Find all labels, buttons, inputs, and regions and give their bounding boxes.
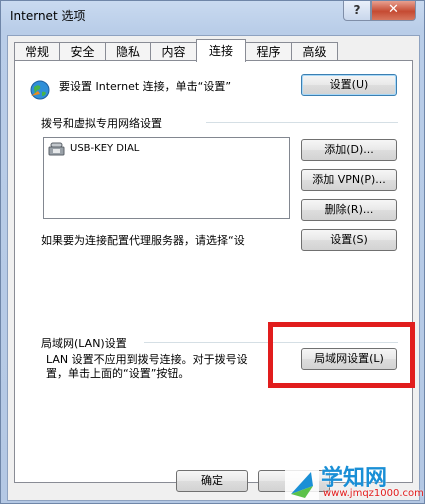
- ok-button[interactable]: 确定: [176, 470, 248, 492]
- add-button[interactable]: 添加(D)...: [301, 139, 397, 161]
- tab-advanced[interactable]: 高级: [291, 42, 338, 61]
- lan-description-line1: LAN 设置不应用到拨号连接。对于拨号设: [46, 353, 248, 366]
- connections-panel: 要设置 Internet 连接，单击“设置” 设置(U) 拨号和虚拟专用网络设置…: [14, 60, 413, 483]
- tab-security[interactable]: 安全: [59, 42, 106, 61]
- dialog-client-area: 常规 安全 隐私 内容 连接 程序 高级 要设置 Internet 连接，单击“…: [7, 35, 420, 501]
- help-button[interactable]: ?: [343, 1, 371, 21]
- lan-description-line2: 置，单击上面的“设置”按钮。: [46, 367, 190, 380]
- watermark-logo-icon: [285, 466, 319, 500]
- window-title: Internet 选项: [10, 9, 86, 23]
- internet-globe-icon: [30, 80, 50, 100]
- internet-options-window: Internet 选项 ? ✕ 常规 安全 隐私 内容 连接 程序 高级 要设置…: [0, 0, 425, 504]
- list-item-label: USB-KEY DIAL: [70, 143, 140, 154]
- close-icon: ✕: [388, 2, 399, 17]
- lan-settings-highlight-box: [268, 322, 415, 388]
- tab-connections[interactable]: 连接: [196, 39, 246, 62]
- lan-group-title: 局域网(LAN)设置: [41, 337, 127, 350]
- tab-general[interactable]: 常规: [14, 42, 60, 61]
- tab-privacy[interactable]: 隐私: [105, 42, 151, 61]
- setup-connection-text: 要设置 Internet 连接，单击“设置”: [59, 80, 232, 93]
- watermark-url: www.jmqz1000.com: [323, 488, 424, 499]
- tab-content[interactable]: 内容: [150, 42, 197, 61]
- close-button[interactable]: ✕: [371, 1, 416, 21]
- setup-button[interactable]: 设置(U): [301, 74, 397, 96]
- proxy-hint-text: 如果要为连接配置代理服务器，请选择“设: [41, 234, 245, 247]
- tab-programs[interactable]: 程序: [245, 42, 292, 61]
- dialup-vpn-group-title: 拨号和虚拟专用网络设置: [41, 117, 162, 130]
- delete-button[interactable]: 删除(R)...: [301, 199, 397, 221]
- dialup-divider: [206, 122, 398, 124]
- site-watermark: 学知网 www.jmqz1000.com: [283, 462, 425, 504]
- dialup-settings-button[interactable]: 设置(S): [301, 229, 397, 251]
- dialup-connections-list[interactable]: USB-KEY DIAL: [43, 137, 290, 219]
- dialup-phone-icon: [48, 142, 65, 156]
- help-icon: ?: [353, 3, 361, 17]
- add-vpn-button[interactable]: 添加 VPN(P)...: [301, 169, 397, 191]
